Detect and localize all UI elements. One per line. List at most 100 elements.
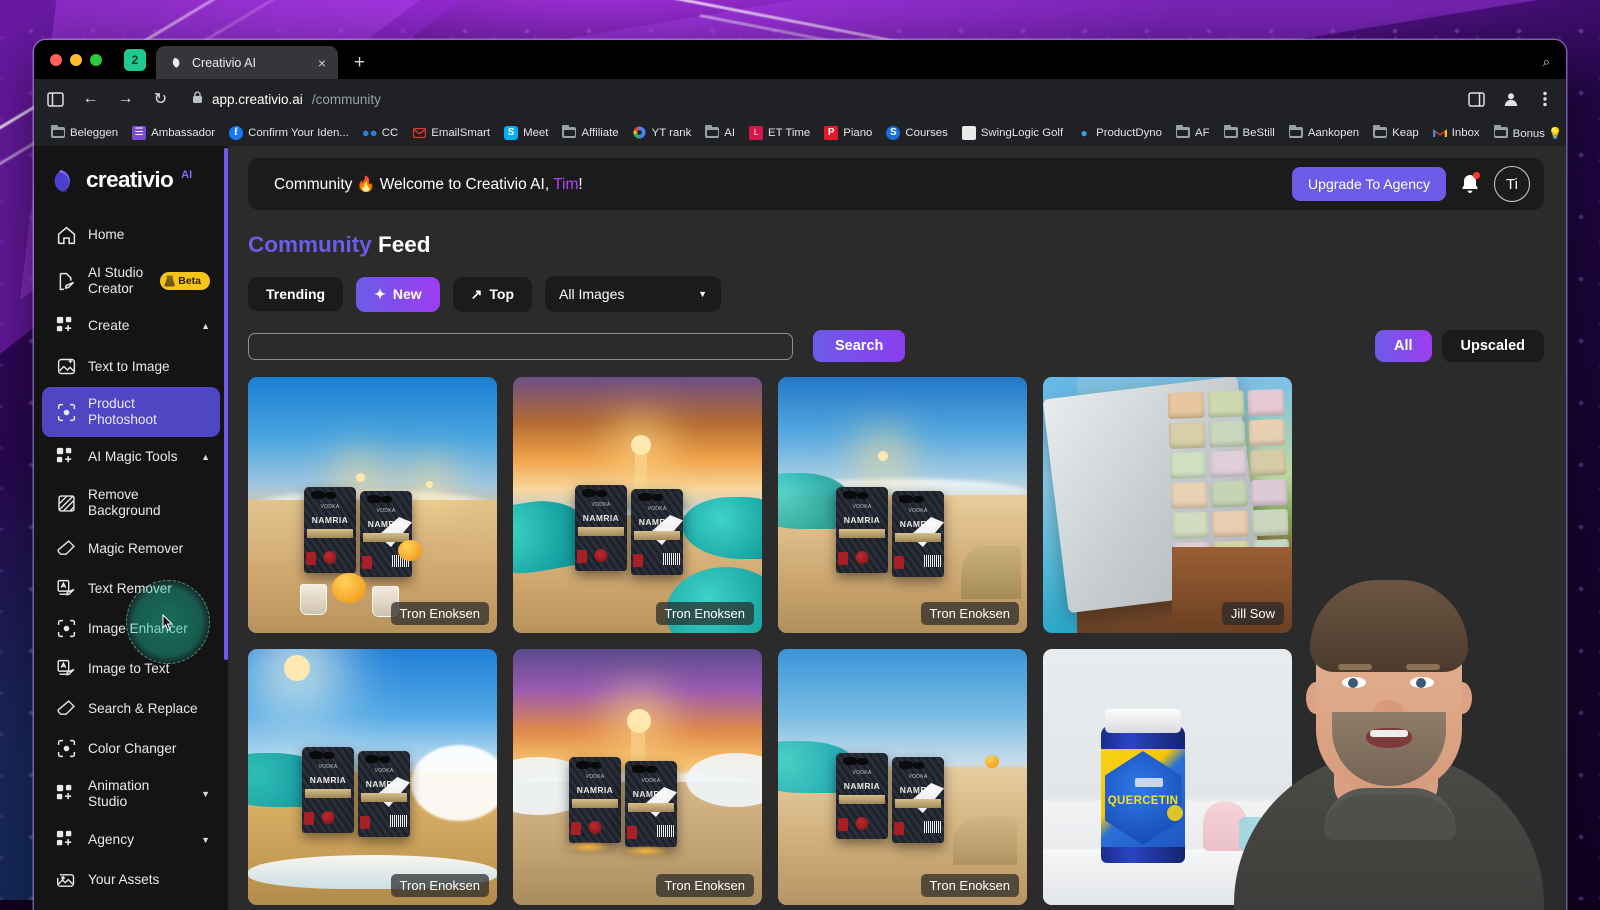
menu-icon[interactable] [1535, 90, 1554, 109]
side-panel-icon[interactable] [46, 90, 65, 109]
lock-icon [192, 91, 203, 107]
community-label: Community [274, 176, 352, 193]
bookmark-bestill[interactable]: BeStill [1217, 122, 1282, 144]
bookmark-bonus[interactable]: Bonus 💡 [1487, 122, 1566, 144]
bookmark-ai[interactable]: AI [698, 122, 742, 144]
bookmark-courses[interactable]: SCourses [879, 122, 954, 144]
sidebar-item-color-changer[interactable]: Color Changer [42, 729, 220, 768]
bookmark-meet[interactable]: SMeet [497, 122, 555, 144]
tab-search-icon[interactable]: ⌕ [1543, 54, 1550, 70]
sidebar-item-label: Image to Text [88, 661, 210, 677]
bookmark-label: Courses [905, 127, 947, 139]
bookmark-label: Bonus 💡 [1513, 126, 1563, 140]
maximize-window-button[interactable] [90, 54, 102, 66]
feed-card[interactable]: VODKANAMRIA VODKANAMRIA Tron Enoksen [513, 649, 762, 905]
tab-new-label: New [393, 286, 422, 302]
feed-card[interactable]: VODKANAMRIA VODKANAMRIA Tron Enoksen [778, 377, 1027, 633]
close-window-button[interactable] [50, 54, 62, 66]
bookmark-af[interactable]: AF [1169, 122, 1217, 144]
chevron-down-icon[interactable]: ▼ [201, 789, 210, 800]
sidebar-item-search-and-replace[interactable]: Search & Replace [42, 689, 220, 728]
sidebar-item-remove-background[interactable]: Remove Background [42, 478, 220, 528]
bookmark-label: AF [1195, 127, 1210, 139]
app-logo[interactable]: creativio AI [34, 146, 228, 201]
username-label: Tim [553, 176, 578, 193]
bookmark-swinglogic-golf[interactable]: SwingLogic Golf [955, 122, 1070, 144]
tab-new[interactable]: ✦ New [356, 277, 440, 312]
card-artwork: VODKANAMRIA VODKANAMRIA [513, 377, 762, 633]
bookmark-beleggen[interactable]: Beleggen [44, 122, 125, 144]
sidebar-group-create[interactable]: Create ▲ [42, 307, 220, 346]
feed-card[interactable]: VODKANAMRIA VODKANAMRIA Tron Enoksen [778, 649, 1027, 905]
feed-card[interactable]: VODKANAMRIA VODKANAMRIA Tron Enoksen [513, 377, 762, 633]
card-author: Tron Enoksen [656, 874, 754, 897]
feed-card[interactable]: Jill Sow [1043, 377, 1292, 633]
app-logo-superscript: AI [181, 164, 192, 181]
chevron-up-icon[interactable]: ▲ [201, 452, 210, 463]
sidebar-item-magic-remover[interactable]: Magic Remover [42, 529, 220, 568]
pinned-tab[interactable]: 2 [124, 49, 146, 71]
upgrade-to-agency-button[interactable]: Upgrade To Agency [1292, 167, 1446, 201]
browser-tab-creativio[interactable]: Creativio AI × [156, 46, 338, 79]
image-type-select[interactable]: All Images ▼ [545, 276, 721, 312]
sidebar-item-text-to-image[interactable]: Text to Image [42, 347, 220, 386]
bookmark-cc[interactable]: ●●CC [356, 122, 405, 144]
split-screen-icon[interactable] [1467, 90, 1486, 109]
feed-card[interactable]: VODKANAMRIA VODKANAMRIA Tron Enoksen [248, 649, 497, 905]
minimize-window-button[interactable] [70, 54, 82, 66]
feed-card[interactable]: QUERCETIN [1043, 649, 1292, 905]
new-tab-button[interactable]: + [354, 53, 365, 72]
feed-card[interactable]: VODKANAMRIA VODKANAMRIA Tron Enoksen [248, 377, 497, 633]
sidebar-item-home[interactable]: Home [42, 216, 220, 255]
search-button[interactable]: Search [813, 330, 905, 362]
bookmark-confirm-identity[interactable]: fConfirm Your Iden... [222, 122, 356, 144]
bookmark-et-time[interactable]: LET Time [742, 122, 817, 144]
chevron-up-icon[interactable]: ▲ [201, 321, 210, 332]
sidebar-group-animation-studio[interactable]: Animation Studio ▼ [42, 769, 220, 820]
bookmark-emailsmart[interactable]: EmailSmart [405, 122, 497, 144]
forward-button[interactable]: → [116, 90, 135, 109]
sidebar-item-ai-studio-creator[interactable]: AI Studio Creator Beta [42, 256, 220, 306]
bookmark-piano[interactable]: PPiano [817, 122, 879, 144]
chevron-down-icon[interactable]: ▼ [201, 835, 210, 846]
bookmark-keap[interactable]: Keap [1366, 122, 1426, 144]
search-input[interactable] [248, 333, 793, 360]
back-button[interactable]: ← [81, 90, 100, 109]
bookmark-ambassador[interactable]: ☰Ambassador [125, 122, 222, 144]
sidebar-group-ai-magic-tools[interactable]: AI Magic Tools ▲ [42, 438, 220, 477]
profile-icon[interactable] [1501, 90, 1520, 109]
grid-plus-icon [56, 447, 77, 468]
bookmark-label: BeStill [1243, 127, 1275, 139]
home-icon [56, 225, 77, 246]
reload-button[interactable]: ↻ [151, 90, 170, 109]
app-logo-text: creativio [86, 167, 173, 193]
community-feed-grid: VODKANAMRIA VODKANAMRIA Tron Enoksen [248, 377, 1566, 905]
sidebar-item-your-assets[interactable]: Your Assets [42, 861, 220, 900]
address-bar[interactable]: app.creativio.ai/community [186, 86, 1451, 112]
chevron-down-icon: ▼ [698, 289, 707, 299]
avatar[interactable]: Ti [1494, 166, 1530, 202]
sidebar-item-brand-kit[interactable]: Brand Kit [42, 901, 220, 910]
toggle-upscaled[interactable]: Upscaled [1442, 330, 1544, 362]
bookmark-inbox[interactable]: Inbox [1426, 122, 1487, 144]
tab-top[interactable]: ↗ Top [453, 277, 532, 312]
sidebar-item-product-photoshoot[interactable]: Product Photoshoot [42, 387, 220, 437]
bookmark-affiliate[interactable]: Affiliate [555, 122, 625, 144]
card-author: Tron Enoksen [656, 602, 754, 625]
toggle-all[interactable]: All [1375, 330, 1432, 362]
bookmark-aankopen[interactable]: Aankopen [1282, 122, 1366, 144]
folder-icon [705, 126, 719, 140]
folder-icon [1289, 126, 1303, 140]
sidebar-item-label: Remove Background [88, 487, 184, 519]
tab-trending[interactable]: Trending [248, 277, 343, 311]
card-artwork: VODKANAMRIA VODKANAMRIA [513, 649, 762, 905]
bookmark-yt-rank[interactable]: YT rank [626, 122, 699, 144]
toolbar-right-icons [1467, 90, 1554, 109]
bookmark-productdyno[interactable]: ●ProductDyno [1070, 122, 1169, 144]
page-title-accent: Community [248, 232, 372, 257]
image-sparkle-icon [56, 356, 77, 377]
window-traffic-lights[interactable] [46, 40, 108, 79]
sidebar-group-agency[interactable]: Agency ▼ [42, 821, 220, 860]
close-tab-button[interactable]: × [315, 54, 329, 72]
notification-bell-icon[interactable] [1458, 172, 1482, 196]
